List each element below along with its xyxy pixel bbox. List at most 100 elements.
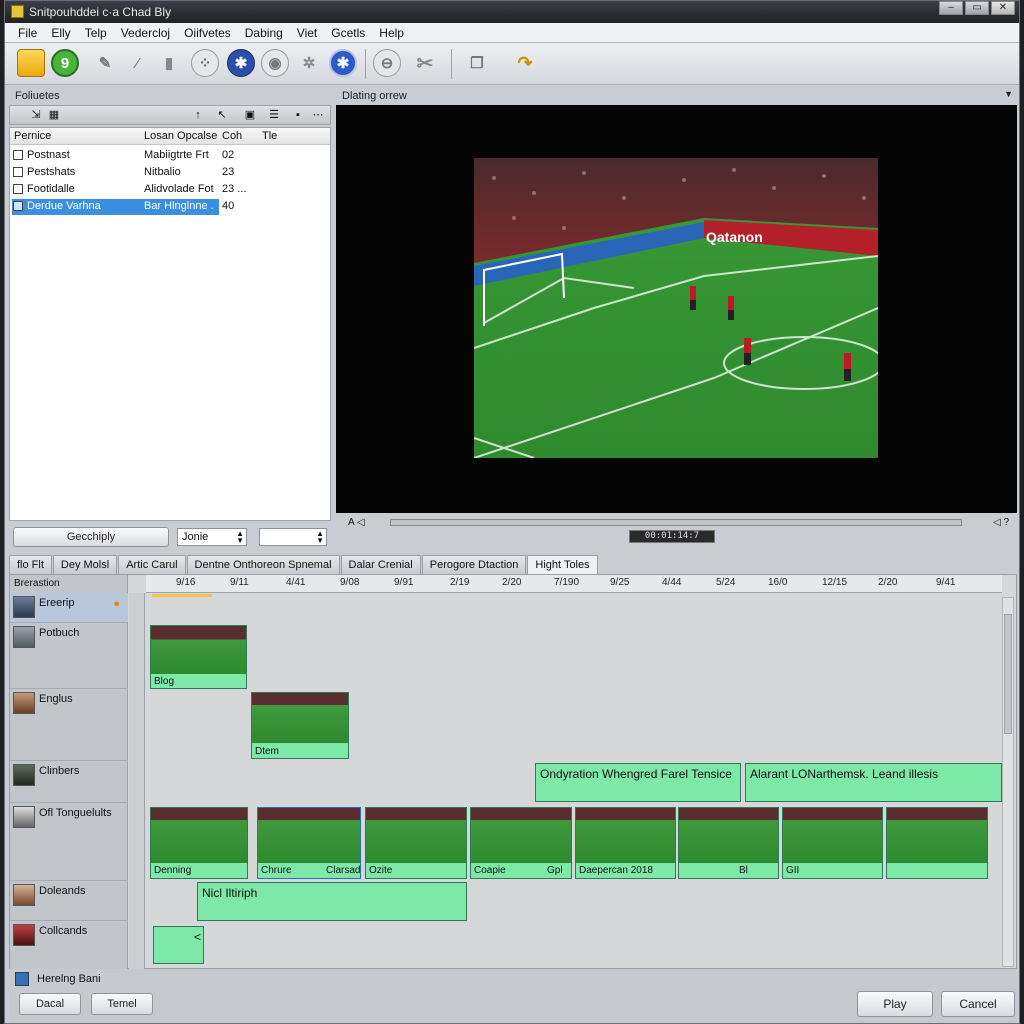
menu-dabing[interactable]: Dabing: [238, 23, 290, 42]
file-row[interactable]: Footidalle Alidvolade Fot 23 ...: [10, 182, 330, 198]
image-icon[interactable]: ▣: [242, 108, 258, 122]
menu-gcetls[interactable]: Gcetls: [324, 23, 372, 42]
spinner-field[interactable]: Jonie ▲ ▼: [177, 528, 247, 546]
menu-telp[interactable]: Telp: [78, 23, 114, 42]
checkbox[interactable]: [13, 201, 23, 211]
list-icon[interactable]: ☰: [266, 108, 282, 122]
maximize-button[interactable]: ▭: [965, 1, 989, 15]
filter-icon[interactable]: ⁘: [191, 49, 219, 77]
ruler-tick: 9/11: [230, 577, 249, 588]
video-clip[interactable]: GII: [782, 807, 883, 879]
spinner-field-2[interactable]: ▲ ▼: [259, 528, 327, 546]
timeline-scrollbar[interactable]: [1002, 597, 1014, 967]
video-clip[interactable]: Daepercan 2018: [575, 807, 676, 879]
folder-icon[interactable]: [17, 49, 45, 77]
video-clip[interactable]: Dtem: [251, 692, 349, 759]
preview-panel: Dlating orrew ▼ Qatanon A ◁ ◁ ? 00:01:14…: [336, 87, 1017, 549]
settings-icon[interactable]: ◉: [261, 49, 289, 77]
pointer-icon[interactable]: ↑: [190, 108, 206, 122]
checkbox[interactable]: [13, 167, 23, 177]
video-clip[interactable]: Bl: [678, 807, 779, 879]
track-name: Potbuch: [39, 627, 80, 639]
tab-file[interactable]: flo Flt: [9, 555, 52, 574]
menu-file[interactable]: File: [11, 23, 44, 42]
timeline: Brerastion Ereerip ● Potbuch Englus Clin…: [9, 574, 1017, 970]
geography-button[interactable]: Gecchiply: [13, 527, 169, 547]
track-avatar: [13, 884, 35, 906]
grid-icon[interactable]: ▦: [46, 108, 62, 122]
track-name: Ofl Tonguelults: [39, 807, 112, 819]
copy-icon[interactable]: ❐: [463, 49, 491, 77]
refresh-icon[interactable]: 9: [51, 49, 79, 77]
tab-highlight-tools[interactable]: Hight Toles: [527, 555, 598, 574]
video-clip[interactable]: Denning: [150, 807, 248, 879]
temel-button[interactable]: Temel: [91, 993, 153, 1015]
track-name: Englus: [39, 693, 73, 705]
tab-dentne[interactable]: Dentne Onthoreon Spnemal: [186, 555, 340, 574]
text-clip[interactable]: Ondyration Whengred Farel Tensice: [535, 763, 741, 802]
video-clip[interactable]: [886, 807, 988, 879]
minimize-button[interactable]: –: [939, 1, 963, 15]
trash-icon[interactable]: ▮: [155, 49, 183, 77]
clip-thumbnail: [151, 808, 247, 863]
text-clip[interactable]: Nicl Iltiriph: [197, 882, 467, 921]
col-name[interactable]: Pernice: [14, 130, 51, 142]
lock-icon[interactable]: ●: [113, 598, 120, 610]
menu-help[interactable]: Help: [372, 23, 411, 42]
globe-icon[interactable]: ✱: [227, 49, 255, 77]
text-clip[interactable]: <: [153, 926, 204, 964]
undo-icon[interactable]: ↷: [511, 49, 539, 77]
close-button[interactable]: ✕: [991, 1, 1015, 15]
eject-icon[interactable]: ⊖: [373, 49, 401, 77]
more-icon[interactable]: ⋯: [310, 108, 326, 122]
scrollbar-thumb[interactable]: [1004, 614, 1012, 734]
track-row[interactable]: Englus: [10, 689, 128, 761]
file-row[interactable]: Pestshats Nitbalio 23: [10, 165, 330, 181]
dropdown-arrow-icon[interactable]: ▼: [1004, 89, 1013, 99]
file-list: Pernice Losan Opcalse Coh Tle Postnast M…: [9, 127, 331, 521]
col-source[interactable]: Losan Opcalse: [144, 130, 217, 142]
track-row[interactable]: Doleands: [10, 881, 128, 921]
menu-video[interactable]: Vedercloj: [114, 23, 177, 42]
edit-icon[interactable]: ✎: [91, 49, 119, 77]
cursor-icon[interactable]: ↖: [214, 108, 230, 122]
playhead-range[interactable]: [152, 594, 212, 597]
track-row[interactable]: Potbuch: [10, 623, 128, 689]
track-row[interactable]: Ereerip ●: [10, 593, 128, 623]
track-row[interactable]: Ofl Tonguelults: [10, 803, 128, 881]
file-row-selected[interactable]: Derdue Varhna Bar Hlnglnne . 40: [10, 199, 330, 215]
save-icon[interactable]: ▪: [290, 108, 306, 122]
football-match-frame: Qatanon: [474, 158, 878, 458]
spin-arrows-icon[interactable]: ▲ ▼: [316, 530, 324, 545]
tab-perogore[interactable]: Perogore Dtaction: [421, 555, 527, 574]
menu-edit[interactable]: Elly: [44, 23, 77, 42]
video-clip[interactable]: Blog: [150, 625, 247, 689]
tab-dalar[interactable]: Dalar Crenial: [340, 555, 421, 574]
tab-day-model[interactable]: Dey Molsl: [52, 555, 118, 574]
play-button[interactable]: Play: [857, 991, 933, 1017]
menu-view[interactable]: Viet: [290, 23, 324, 42]
sort-icon[interactable]: ⇲: [28, 108, 44, 122]
cancel-button[interactable]: Cancel: [941, 991, 1015, 1017]
checkbox[interactable]: [13, 150, 23, 160]
dacal-button[interactable]: Dacal: [19, 993, 81, 1015]
checkbox[interactable]: [13, 184, 23, 194]
track-row[interactable]: Collcands: [10, 921, 128, 970]
ruler-tick: 12/15: [822, 577, 848, 588]
menu-objects[interactable]: Oiifvetes: [177, 23, 238, 42]
seek-bar[interactable]: [390, 519, 962, 526]
col-count[interactable]: Coh: [222, 130, 242, 142]
video-clip[interactable]: Ozite: [365, 807, 467, 879]
video-clip[interactable]: Coapie Gpl: [470, 807, 572, 879]
gear-icon[interactable]: ✲: [295, 49, 323, 77]
spin-arrows-icon[interactable]: ▲ ▼: [236, 530, 244, 545]
cut-icon[interactable]: ✂: [411, 49, 439, 77]
track-row[interactable]: Clinbers: [10, 761, 128, 803]
col-title[interactable]: Tle: [262, 130, 277, 142]
text-clip[interactable]: Alarant LONarthemsk. Leand illesis: [745, 763, 1002, 802]
target-icon[interactable]: ✱: [329, 49, 357, 77]
video-clip[interactable]: Chrure Clarsad: [257, 807, 361, 879]
tab-artic[interactable]: Artic Carul: [118, 555, 186, 574]
brush-icon[interactable]: ⁄: [123, 49, 151, 77]
file-row[interactable]: Postnast Mabiigtrte Frt 02: [10, 148, 330, 164]
